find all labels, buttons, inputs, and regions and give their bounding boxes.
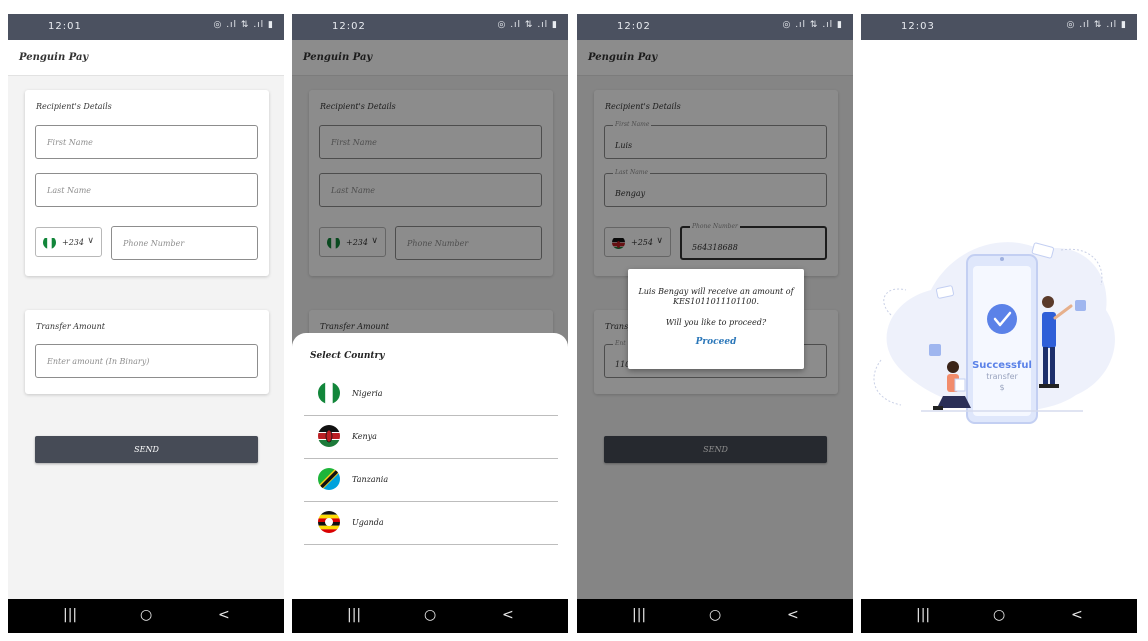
last-name-field[interactable]: Last Name bbox=[35, 173, 258, 207]
success-symbol: $ bbox=[999, 383, 1004, 392]
app-bar: Penguin Pay bbox=[8, 40, 284, 76]
country-option-nigeria[interactable]: Nigeria bbox=[304, 373, 558, 416]
amount-field[interactable]: Enter amount (In Binary) bbox=[35, 344, 258, 378]
country-name: Kenya bbox=[352, 432, 377, 441]
status-bar: 12:02 ◎ .ıl ⇅ .ıl ▮ bbox=[292, 14, 568, 40]
kenya-flag-icon bbox=[318, 425, 340, 447]
success-title: Successful bbox=[972, 360, 1032, 371]
recents-icon[interactable]: ||| bbox=[632, 607, 646, 623]
back-icon[interactable]: < bbox=[1071, 607, 1083, 623]
recents-icon[interactable]: ||| bbox=[63, 607, 77, 623]
sheet-title: Select Country bbox=[310, 351, 385, 361]
country-bottom-sheet: Select Country Nigeria Kenya Tanzania Ug… bbox=[292, 333, 568, 599]
recipient-card: Recipient's Details First Name Last Name… bbox=[25, 90, 269, 276]
status-bar: 12:01 ◎ .ıl ⇅ .ıl ▮ bbox=[8, 14, 284, 40]
chevron-down-icon: ∨ bbox=[87, 236, 94, 246]
amount-placeholder: Enter amount (In Binary) bbox=[47, 357, 150, 366]
amount-card-title: Transfer Amount bbox=[36, 322, 105, 331]
screen-confirm-transfer: 12:02 ◎ .ıl ⇅ .ıl ▮ Penguin Pay Recipien… bbox=[577, 14, 853, 633]
status-bar: 12:02 ◎ .ıl ⇅ .ıl ▮ bbox=[577, 14, 853, 40]
country-code: +234 bbox=[62, 238, 84, 247]
amount-card: Transfer Amount Enter amount (In Binary) bbox=[25, 310, 269, 394]
recipient-card-title: Recipient's Details bbox=[36, 102, 112, 111]
screen-success: 12:03 ◎ .ıl ⇅ .ıl ▮ Successful transfer … bbox=[861, 14, 1137, 633]
send-button-label: SEND bbox=[134, 445, 159, 454]
home-icon[interactable]: ○ bbox=[709, 607, 721, 623]
dialog-question: Will you like to proceed? bbox=[665, 318, 767, 327]
nigeria-flag-icon bbox=[318, 382, 340, 404]
first-name-field[interactable]: First Name bbox=[35, 125, 258, 159]
system-nav-bar: ||| ○ < bbox=[577, 599, 853, 633]
country-name: Nigeria bbox=[352, 389, 383, 398]
dialog-message: Luis Bengay will receive an amount of KE… bbox=[638, 287, 794, 306]
recents-icon[interactable]: ||| bbox=[916, 607, 930, 623]
success-illustration: Successful transfer $ bbox=[873, 242, 1115, 424]
status-time: 12:02 bbox=[332, 21, 366, 32]
send-button[interactable]: SEND bbox=[35, 436, 258, 463]
status-icons: ◎ .ıl ⇅ .ıl ▮ bbox=[213, 20, 274, 30]
first-name-placeholder: First Name bbox=[47, 138, 93, 147]
country-option-uganda[interactable]: Uganda bbox=[304, 502, 558, 545]
uganda-flag-icon bbox=[318, 511, 340, 533]
country-name: Uganda bbox=[352, 518, 384, 527]
screen-transfer-form: 12:01 ◎ .ıl ⇅ .ıl ▮ Penguin Pay Recipien… bbox=[8, 14, 284, 633]
system-nav-bar: ||| ○ < bbox=[861, 599, 1137, 633]
system-nav-bar: ||| ○ < bbox=[8, 599, 284, 633]
tanzania-flag-icon bbox=[318, 468, 340, 490]
country-code-selector[interactable]: +234 ∨ bbox=[35, 227, 102, 257]
confirm-dialog: Luis Bengay will receive an amount of KE… bbox=[628, 269, 804, 369]
status-bar: 12:03 ◎ .ıl ⇅ .ıl ▮ bbox=[861, 14, 1137, 40]
success-subtitle: transfer bbox=[986, 372, 1018, 381]
status-icons: ◎ .ıl ⇅ .ıl ▮ bbox=[497, 20, 558, 30]
status-time: 12:01 bbox=[48, 21, 82, 32]
recents-icon[interactable]: ||| bbox=[347, 607, 361, 623]
phone-number-field[interactable]: Phone Number bbox=[111, 226, 258, 260]
country-option-tanzania[interactable]: Tanzania bbox=[304, 459, 558, 502]
system-nav-bar: ||| ○ < bbox=[292, 599, 568, 633]
app-title: Penguin Pay bbox=[19, 52, 89, 63]
home-icon[interactable]: ○ bbox=[424, 607, 436, 623]
status-time: 12:03 bbox=[901, 21, 935, 32]
status-time: 12:02 bbox=[617, 21, 651, 32]
last-name-placeholder: Last Name bbox=[47, 186, 92, 195]
screen-select-country: 12:02 ◎ .ıl ⇅ .ıl ▮ Penguin Pay Recipien… bbox=[292, 14, 568, 633]
phone-number-placeholder: Phone Number bbox=[123, 239, 185, 248]
home-icon[interactable]: ○ bbox=[140, 607, 152, 623]
back-icon[interactable]: < bbox=[218, 607, 230, 623]
country-option-kenya[interactable]: Kenya bbox=[304, 416, 558, 459]
back-icon[interactable]: < bbox=[787, 607, 799, 623]
home-icon[interactable]: ○ bbox=[993, 607, 1005, 623]
status-icons: ◎ .ıl ⇅ .ıl ▮ bbox=[1066, 20, 1127, 30]
proceed-button[interactable]: Proceed bbox=[628, 337, 804, 347]
status-icons: ◎ .ıl ⇅ .ıl ▮ bbox=[782, 20, 843, 30]
country-name: Tanzania bbox=[352, 475, 389, 484]
nigeria-flag-icon bbox=[43, 236, 56, 249]
back-icon[interactable]: < bbox=[502, 607, 514, 623]
